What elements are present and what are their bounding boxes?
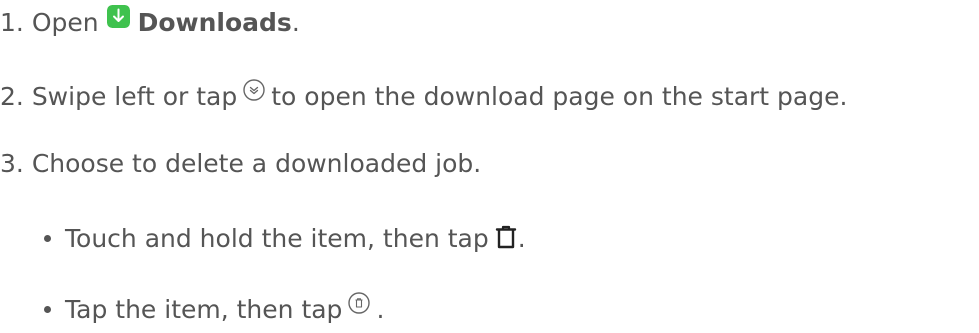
step-text: Swipe left or tap	[31, 82, 238, 111]
chevron-down-circle-icon	[237, 78, 271, 108]
substep-2: Tap the item, then tap .	[36, 291, 385, 324]
substep-text: Tap the item, then tap	[65, 295, 343, 324]
substep-text-end: .	[517, 224, 526, 253]
step-text: Choose to delete a downloaded job.	[31, 149, 482, 178]
step-number: 3.	[0, 149, 24, 178]
step-text: Open	[31, 8, 99, 37]
trash-circle-icon	[342, 291, 376, 321]
trash-icon	[489, 225, 518, 251]
step-number: 1.	[0, 8, 24, 37]
substep-1: Touch and hold the item, then tap .	[36, 224, 526, 253]
substep-text: Touch and hold the item, then tap	[65, 224, 489, 253]
step-1: 1. Open Downloads .	[0, 5, 300, 37]
step-3: 3. Choose to delete a downloaded job.	[0, 151, 481, 176]
bullet	[44, 306, 51, 313]
step-text-end: to open the download page on the start p…	[271, 82, 848, 111]
step-number: 2.	[0, 82, 24, 111]
substep-text-end: .	[376, 295, 385, 324]
step-text-end: .	[291, 8, 300, 37]
downloads-app-icon	[99, 5, 138, 34]
bullet	[44, 235, 51, 242]
downloads-label: Downloads	[137, 8, 292, 37]
step-2: 2. Swipe left or tap to open the downloa…	[0, 78, 848, 111]
